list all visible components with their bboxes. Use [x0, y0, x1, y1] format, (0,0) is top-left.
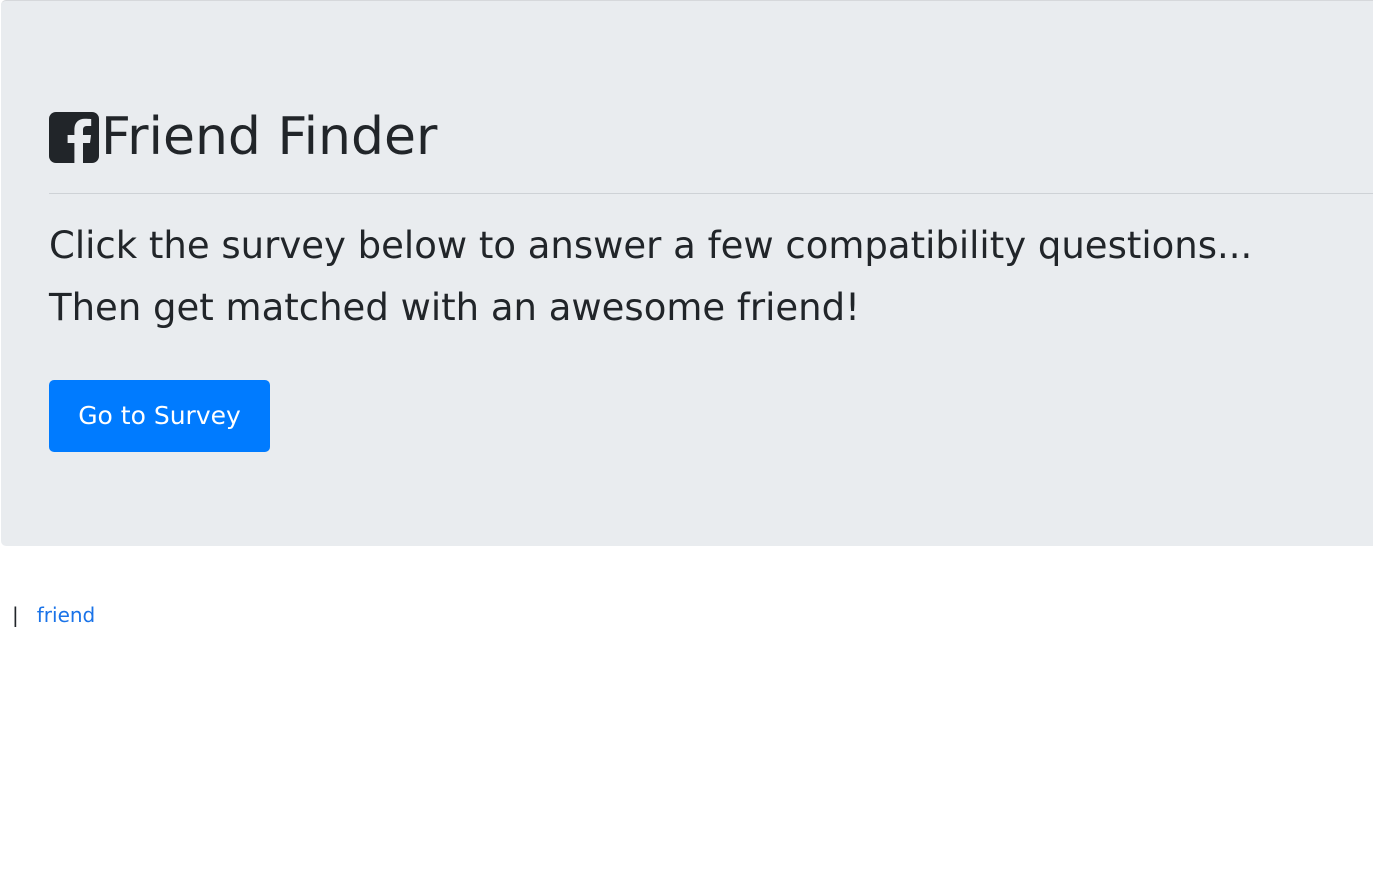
footer: | friend	[12, 600, 95, 630]
divider	[49, 193, 1373, 194]
page-title: Friend Finder	[49, 105, 437, 169]
lead-line-2: Then get matched with an awesome friend!	[49, 286, 860, 329]
lead-line-1: Click the survey below to answer a few c…	[49, 224, 1253, 267]
friend-link[interactable]: friend	[37, 603, 96, 627]
facebook-square-icon	[49, 111, 99, 163]
go-to-survey-button[interactable]: Go to Survey	[49, 380, 270, 452]
jumbotron: Friend Finder Click the survey below to …	[1, 0, 1373, 546]
footer-separator: |	[12, 603, 19, 627]
page-title-text: Friend Finder	[101, 107, 438, 167]
lead-text: Click the survey below to answer a few c…	[49, 215, 1369, 339]
